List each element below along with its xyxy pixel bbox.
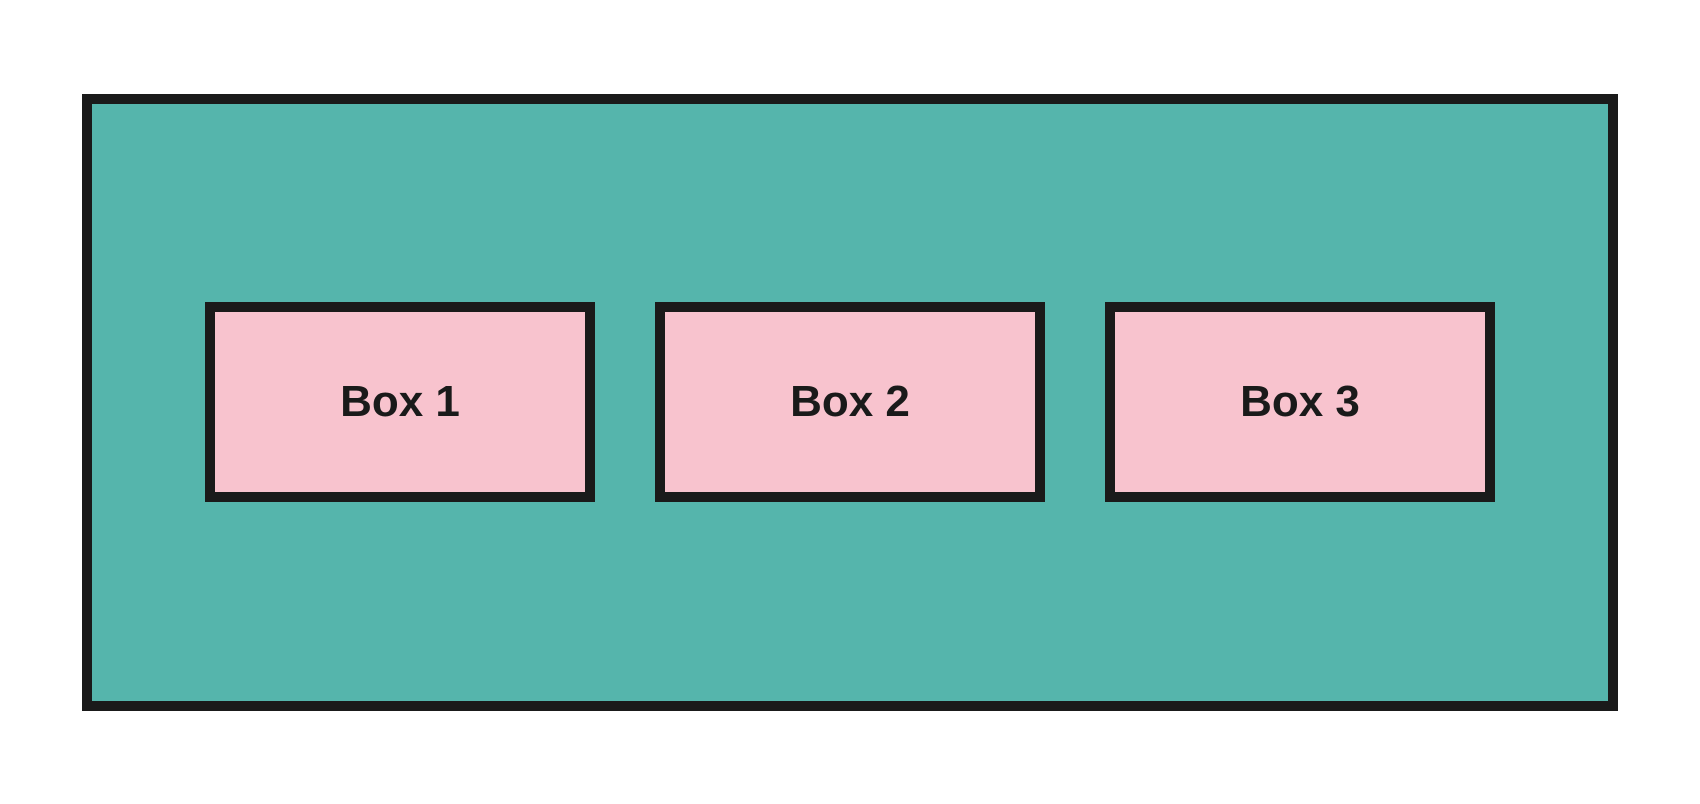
box-3-label: Box 3 bbox=[1240, 377, 1360, 427]
box-2: Box 2 bbox=[655, 302, 1045, 502]
box-3: Box 3 bbox=[1105, 302, 1495, 502]
box-1: Box 1 bbox=[205, 302, 595, 502]
outer-container: Box 1 Box 2 Box 3 bbox=[82, 94, 1618, 711]
box-1-label: Box 1 bbox=[340, 377, 460, 427]
box-2-label: Box 2 bbox=[790, 377, 910, 427]
